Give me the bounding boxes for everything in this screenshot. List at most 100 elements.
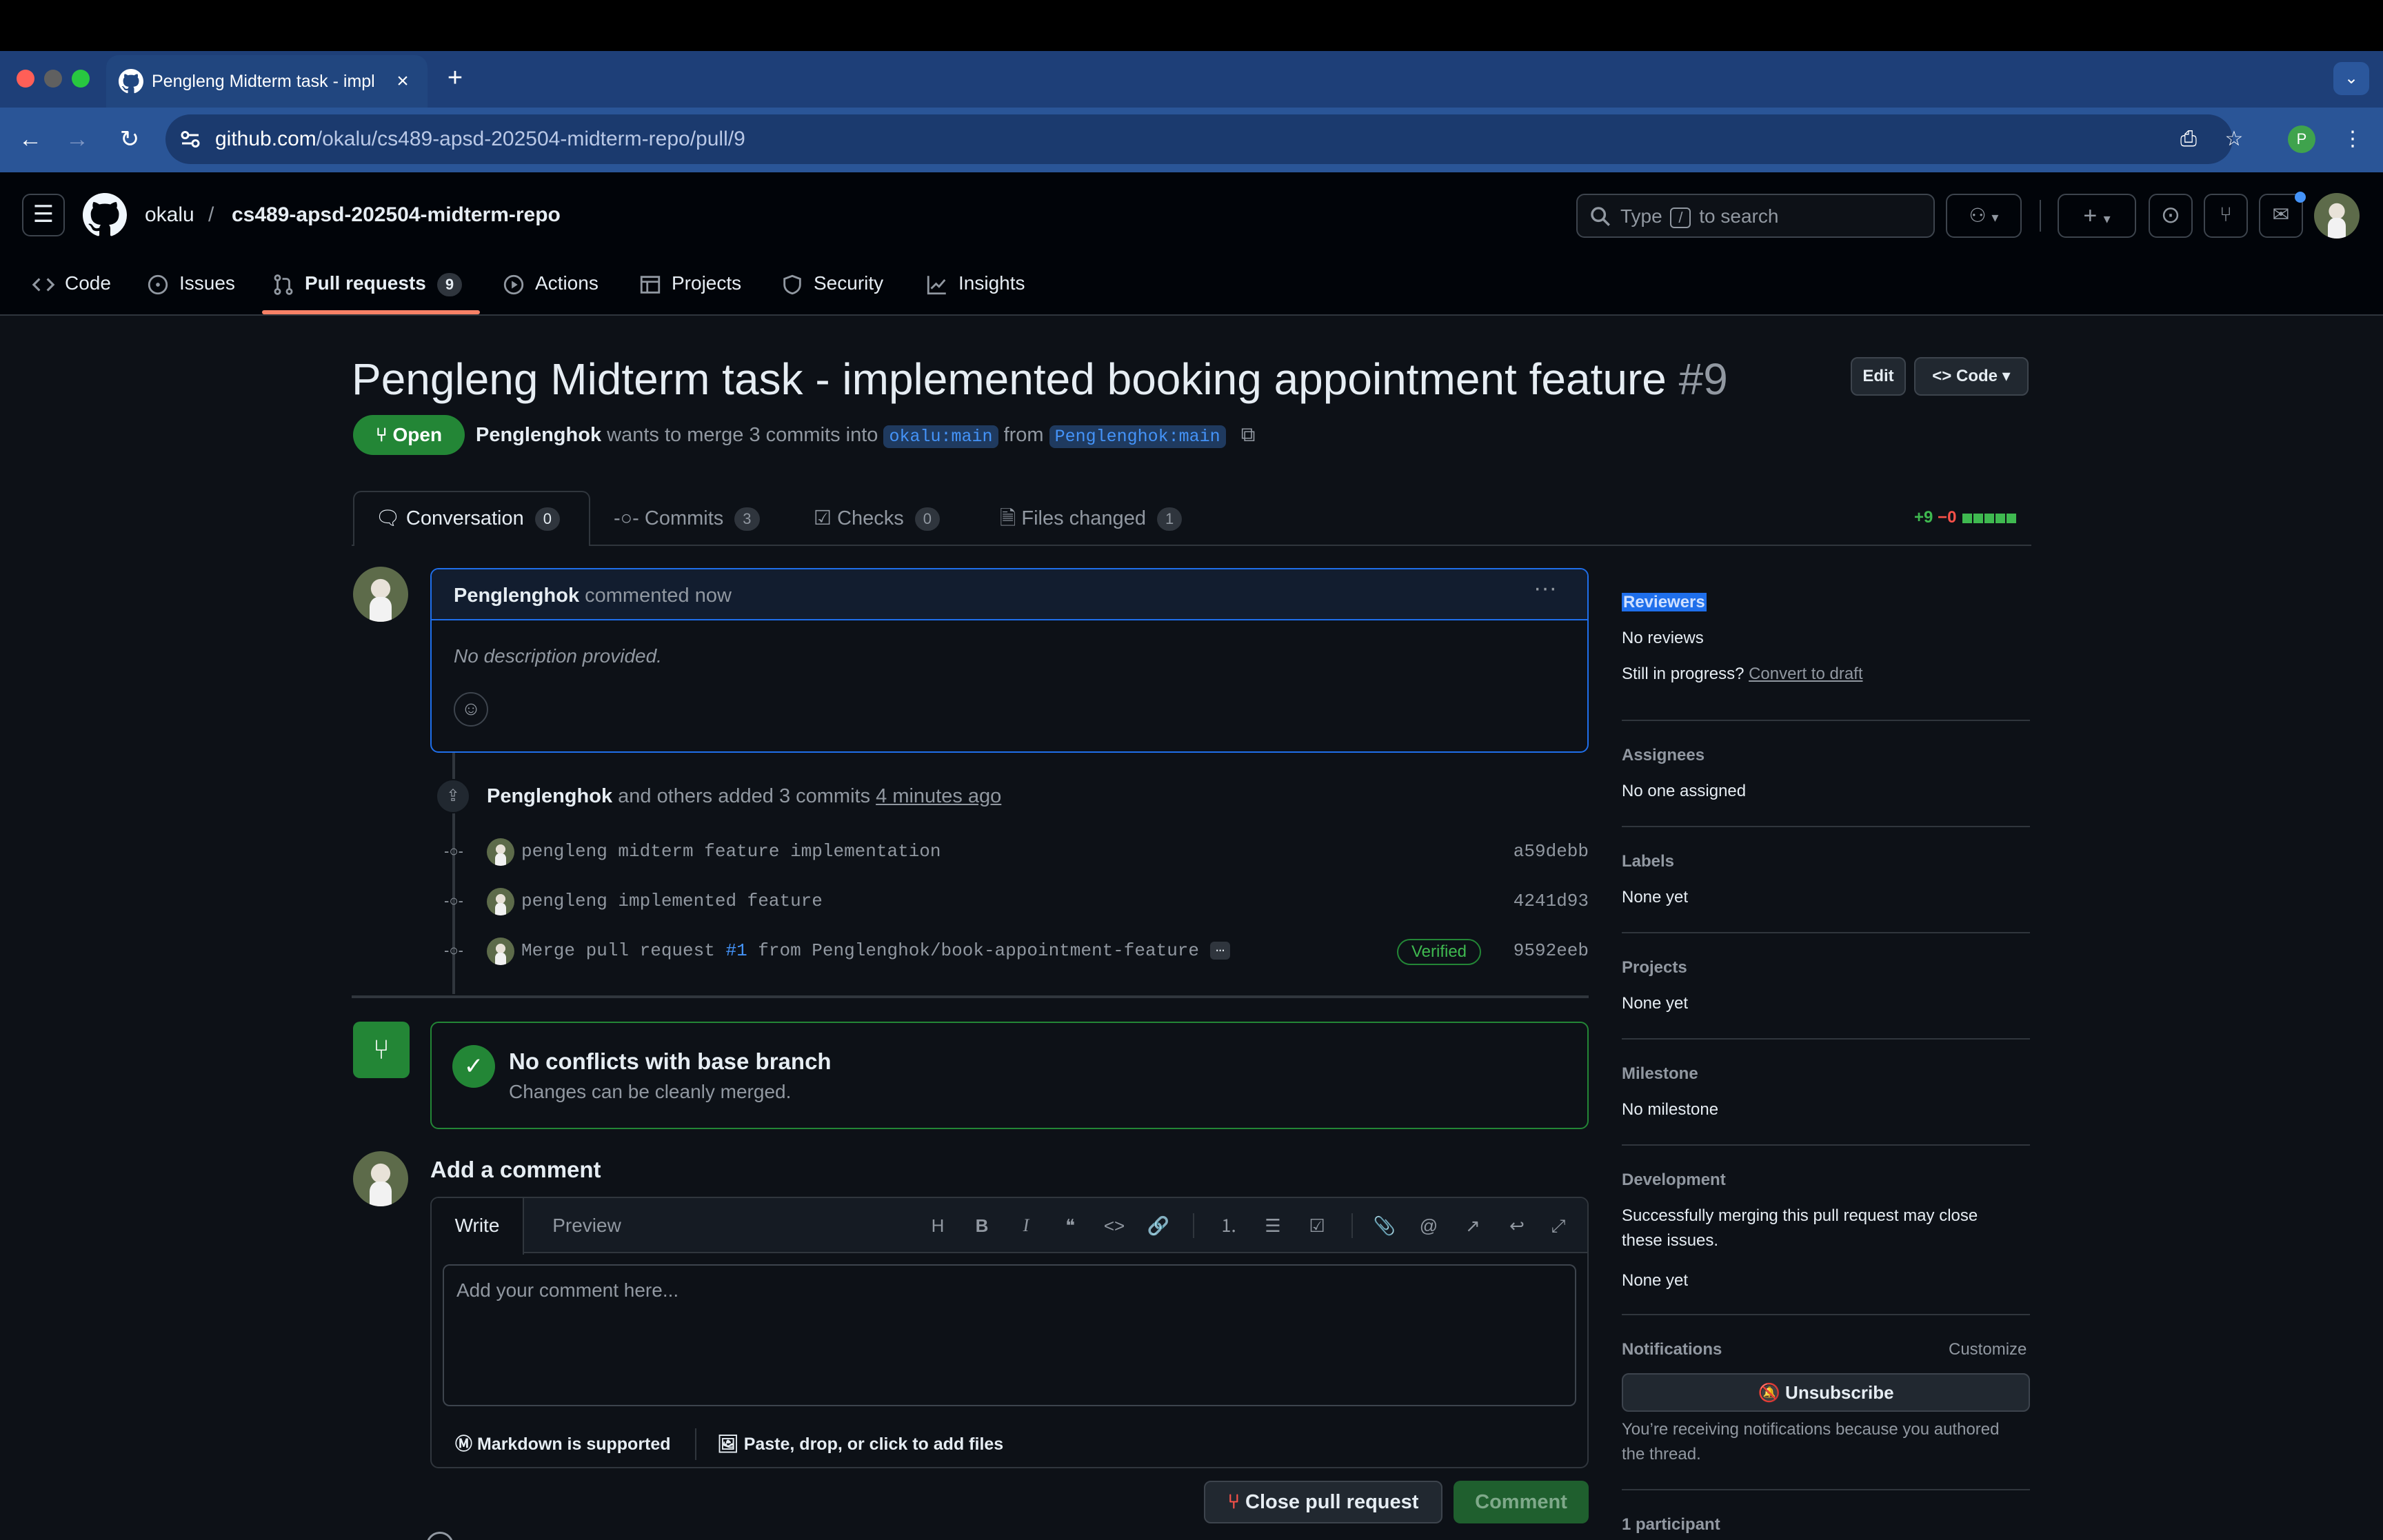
new-tab-button[interactable]: + [440,63,470,94]
fullscreen-icon[interactable]: ⤢ [1543,1212,1573,1239]
browser-tab[interactable]: Pengleng Midterm task - impl × [106,55,428,108]
repo-tab-label: Issues [179,272,235,294]
commit-sha[interactable]: 9592eeb [1514,939,1589,962]
heading-icon[interactable]: H [923,1212,953,1239]
link-icon[interactable]: 🔗 [1143,1212,1174,1239]
copy-icon[interactable]: ⧉ [1241,424,1256,446]
repo-tab-actions[interactable]: Actions [502,267,599,299]
commit-author-avatar[interactable] [487,888,514,915]
commit-message[interactable]: pengleng implemented feature [521,889,823,913]
commit-message[interactable]: Merge pull request #1 from Penglenghok/b… [521,939,1231,962]
add-reaction-smiley-icon[interactable]: ☺ [454,692,488,727]
tab-preview[interactable]: Preview [542,1198,632,1253]
head-branch[interactable]: Penglenghok:main [1049,425,1226,448]
task-list-icon[interactable]: ☑ [1302,1212,1332,1239]
convert-to-draft-link[interactable]: Convert to draft [1749,665,1862,683]
create-new-button[interactable]: + ▾ [2058,194,2136,238]
github-favicon-icon [119,69,143,94]
window-minimize-button[interactable] [44,70,62,88]
verified-badge[interactable]: Verified [1397,939,1481,965]
pull-requests-count: 9 [436,272,463,296]
commit-author-avatar[interactable] [487,838,514,866]
edit-title-button[interactable]: Edit [1851,357,1906,396]
customize-notifications-link[interactable]: Customize [1949,1339,2027,1361]
commits-time[interactable]: 4 minutes ago [876,785,1001,807]
additions-count: +9 [1914,508,1933,527]
italic-icon[interactable]: I [1011,1212,1041,1239]
repo-tab-projects[interactable]: Projects [639,267,741,299]
tab-checks[interactable]: ☑ Checks 0 [814,503,941,534]
tab-label: Conversation [405,507,524,529]
repo-tab-security[interactable]: Security [781,267,883,299]
author-link[interactable]: Penglenghok [476,424,601,446]
repo-tab-pull-requests[interactable]: Pull requests 9 [272,267,463,299]
base-branch[interactable]: okalu:main [883,425,998,448]
copilot-button[interactable]: ⚇ ▾ [1946,194,2022,238]
author-avatar[interactable] [353,567,408,622]
code-icon[interactable]: <> [1099,1212,1129,1239]
commit-sha[interactable]: 4241d93 [1514,889,1589,913]
repo-name-link[interactable]: cs489-apsd-202504-midterm-repo [232,203,561,227]
pr-reference-link[interactable]: #1 [725,940,747,961]
comment-author[interactable]: Penglenghok [454,585,579,607]
tab-close-icon[interactable]: × [390,69,415,94]
code-dropdown-button[interactable]: <> Code ▾ [1914,357,2029,396]
browser-menu-icon[interactable]: ⋮ [2337,124,2368,154]
issues-icon[interactable]: ⊙ [2149,194,2193,238]
forward-arrow-icon[interactable]: → [61,123,94,156]
tab-files-changed[interactable]: 🗎 Files changed 1 [1000,503,1183,534]
ordered-list-icon[interactable]: ⒈ [1214,1212,1244,1239]
sidebar-development-heading[interactable]: Development [1622,1169,1726,1191]
back-arrow-icon[interactable]: ← [14,123,47,156]
bold-icon[interactable]: B [967,1212,997,1239]
comment-textarea[interactable] [443,1264,1576,1406]
tab-write[interactable]: Write [432,1198,524,1255]
install-app-icon[interactable]: ⎙ [2173,124,2204,154]
window-close-button[interactable] [17,70,34,88]
window-zoom-button[interactable] [72,70,90,88]
markdown-supported-link[interactable]: Ⓜ Markdown is supported [455,1432,671,1456]
profile-avatar[interactable]: P [2288,125,2315,153]
tab-conversation[interactable]: 🗨 Conversation 0 [375,503,561,534]
expand-commit-button[interactable]: … [1210,940,1231,960]
pull-requests-icon[interactable]: ⑂ [2204,194,2248,238]
repo-tab-insights[interactable]: Insights [925,267,1025,299]
unsubscribe-button[interactable]: 🔕 Unsubscribe [1622,1373,2030,1412]
cross-reference-icon[interactable]: ↗ [1458,1212,1488,1239]
paperclip-icon[interactable]: 📎 [1369,1212,1400,1239]
address-bar[interactable]: github.com/okalu/cs489-apsd-202504-midte… [165,114,2233,164]
reply-icon[interactable]: ↩ [1502,1212,1532,1239]
search-placeholder: Type / to search [1620,205,1778,228]
site-info-icon[interactable] [178,127,203,152]
tab-commits[interactable]: -○- Commits 3 [614,503,760,534]
current-user-avatar[interactable] [353,1151,408,1206]
sidebar-milestone-heading[interactable]: Milestone [1622,1063,1698,1085]
reload-icon[interactable]: ↻ [113,123,146,156]
projects-value: None yet [1622,994,1689,1013]
sidebar-assignees-heading[interactable]: Assignees [1622,744,1705,767]
repo-owner-link[interactable]: okalu [145,203,194,227]
comment-submit-button[interactable]: Comment [1454,1481,1589,1523]
commit-author-avatar[interactable] [487,938,514,965]
close-pull-request-button[interactable]: ⑂ Close pull request [1204,1481,1442,1523]
commits-author[interactable]: Penglenghok [487,785,612,807]
attach-files-button[interactable]: 🖼 Paste, drop, or click to add files [717,1432,1003,1456]
sidebar-projects-heading[interactable]: Projects [1622,957,1687,979]
unordered-list-icon[interactable]: ☰ [1258,1212,1288,1239]
sidebar-labels-heading[interactable]: Labels [1622,851,1674,873]
search-input[interactable]: Type / to search [1576,194,1935,238]
repo-tab-issues[interactable]: Issues [146,267,235,299]
repo-tab-code[interactable]: Code [32,267,111,299]
sidebar-reviewers-heading[interactable]: Reviewers [1622,591,1707,614]
tab-search-chevron-icon[interactable]: ⌄ [2333,62,2369,95]
commit-sha[interactable]: a59debb [1514,840,1589,863]
participants-heading: 1 participant [1622,1515,1720,1534]
user-avatar[interactable] [2314,193,2360,239]
quote-icon[interactable]: ❝ [1055,1212,1085,1239]
github-logo-icon[interactable] [83,193,127,237]
mention-icon[interactable]: @ [1414,1212,1444,1239]
commit-message[interactable]: pengleng midterm feature implementation [521,840,941,863]
kebab-menu-icon[interactable]: ··· [1528,576,1562,608]
hamburger-menu-icon[interactable]: ☰ [22,194,65,236]
bookmark-star-icon[interactable]: ☆ [2219,124,2249,154]
